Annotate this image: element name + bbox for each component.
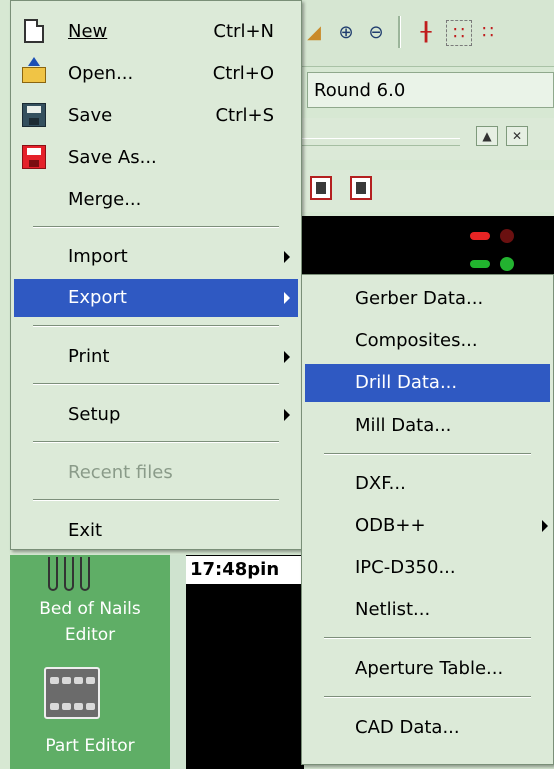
snap-origin-icon[interactable]: ╂ <box>414 20 438 44</box>
menu-separator <box>33 499 279 501</box>
menu-item-shortcut: Ctrl+S <box>215 105 274 126</box>
menu-item-save[interactable]: Save Ctrl+S <box>14 97 298 135</box>
submenu-item-netlist[interactable]: Netlist... <box>305 591 550 629</box>
submenu-item-gerber-data[interactable]: Gerber Data... <box>305 280 550 318</box>
submenu-arrow-icon <box>542 520 548 532</box>
submenu-item-odb[interactable]: ODB++ <box>305 507 550 545</box>
grid-icon[interactable]: ∷ <box>478 20 498 44</box>
menu-item-label: Mill Data... <box>355 415 452 436</box>
file-menu: New Ctrl+N Open... Ctrl+O Save Ctrl+S Sa… <box>10 0 302 550</box>
menu-separator <box>33 226 279 228</box>
layer-color-swatch <box>470 232 490 240</box>
submenu-item-dxf[interactable]: DXF... <box>305 465 550 503</box>
menu-item-export[interactable]: Export <box>14 279 298 317</box>
menu-item-label: ODB++ <box>355 515 426 536</box>
menu-item-label: IPC-D350... <box>355 557 456 578</box>
submenu-arrow-icon <box>284 292 290 304</box>
menu-item-exit[interactable]: Exit <box>14 512 298 550</box>
menu-item-import[interactable]: Import <box>14 238 298 276</box>
paint-bucket-icon[interactable]: ◢ <box>302 20 326 44</box>
menu-item-label: Aperture Table... <box>355 658 504 679</box>
menu-item-label: Drill Data... <box>355 372 458 393</box>
menu-item-save-as[interactable]: Save As... <box>14 139 298 177</box>
menu-item-label: Gerber Data... <box>355 288 484 309</box>
menu-item-label: Netlist... <box>355 599 431 620</box>
zoom-in-icon[interactable]: ⊕ <box>334 20 358 44</box>
part-editor-icon[interactable] <box>44 667 100 719</box>
status-label: 17:48pin <box>186 556 304 584</box>
menu-item-merge[interactable]: Merge... <box>14 181 298 219</box>
new-document-icon <box>24 19 44 43</box>
menu-item-label: Merge... <box>68 189 142 210</box>
menu-item-label: Save As... <box>68 147 157 168</box>
menu-item-label: Save <box>68 105 113 126</box>
submenu-arrow-icon <box>284 251 290 263</box>
menu-item-label: Print <box>68 346 110 367</box>
menu-separator <box>33 383 279 385</box>
panel-divider <box>170 555 186 769</box>
submenu-item-drill-data[interactable]: Drill Data... <box>305 364 550 402</box>
layer-filter-icon[interactable] <box>350 176 372 200</box>
aperture-field[interactable]: Round 6.0 <box>307 72 554 108</box>
menu-item-label: Export <box>68 287 127 308</box>
export-submenu: Gerber Data... Composites... Drill Data.… <box>301 274 554 765</box>
menu-item-new[interactable]: New Ctrl+N <box>14 13 298 51</box>
menu-separator <box>33 325 279 327</box>
bed-of-nails-label[interactable]: Bed of Nails <box>20 596 160 622</box>
menu-item-label: Exit <box>68 520 103 541</box>
panel-restore-button[interactable]: ▲ <box>476 126 498 146</box>
menu-item-label: Open... <box>68 63 134 84</box>
menu-separator <box>324 637 531 639</box>
layer-color-swatch <box>470 260 490 268</box>
menu-item-label: Recent files <box>68 462 173 483</box>
panel-close-button[interactable]: ✕ <box>506 126 528 146</box>
submenu-item-composites[interactable]: Composites... <box>305 322 550 360</box>
submenu-item-ipc-d350[interactable]: IPC-D350... <box>305 549 550 587</box>
menu-item-recent-files: Recent files <box>14 454 298 492</box>
menu-item-print[interactable]: Print <box>14 338 298 376</box>
menu-item-shortcut: Ctrl+O <box>212 63 274 84</box>
submenu-item-aperture-table[interactable]: Aperture Table... <box>305 650 550 688</box>
menu-item-label: DXF... <box>355 473 406 494</box>
open-folder-icon <box>22 57 46 83</box>
bed-of-nails-icon[interactable] <box>44 557 98 593</box>
submenu-item-mill-data[interactable]: Mill Data... <box>305 407 550 445</box>
menu-item-setup[interactable]: Setup <box>14 396 298 434</box>
menu-item-label: Import <box>68 246 128 267</box>
menu-item-label: New <box>68 21 108 42</box>
save-as-disk-icon <box>22 145 46 169</box>
panel-grip[interactable] <box>300 138 460 146</box>
design-canvas[interactable] <box>186 555 304 769</box>
layer-toolbar <box>296 170 554 212</box>
submenu-arrow-icon <box>284 409 290 421</box>
submenu-item-cad-data[interactable]: CAD Data... <box>305 709 550 747</box>
menu-item-open[interactable]: Open... Ctrl+O <box>14 55 298 93</box>
menu-separator <box>33 441 279 443</box>
toolbar-separator <box>398 16 401 48</box>
layer-visibility-dot[interactable] <box>500 229 514 243</box>
layer-visibility-dot[interactable] <box>500 257 514 271</box>
layer-filter-icon[interactable] <box>310 176 332 200</box>
menu-separator <box>324 453 531 455</box>
menu-item-shortcut: Ctrl+N <box>213 21 274 42</box>
menu-separator <box>324 696 531 698</box>
menu-item-label: Composites... <box>355 330 478 351</box>
menu-item-label: Setup <box>68 404 121 425</box>
save-disk-icon <box>22 103 46 127</box>
part-editor-label[interactable]: Part Editor <box>20 733 160 759</box>
submenu-arrow-icon <box>284 351 290 363</box>
menu-item-label: CAD Data... <box>355 717 460 738</box>
bed-of-nails-label-line2[interactable]: Editor <box>20 622 160 648</box>
zoom-out-icon[interactable]: ⊖ <box>364 20 388 44</box>
toolbar: ◢ ⊕ ⊖ ╂ ∷ ∷ <box>296 0 554 67</box>
grid-snap-icon[interactable]: ∷ <box>446 20 472 46</box>
